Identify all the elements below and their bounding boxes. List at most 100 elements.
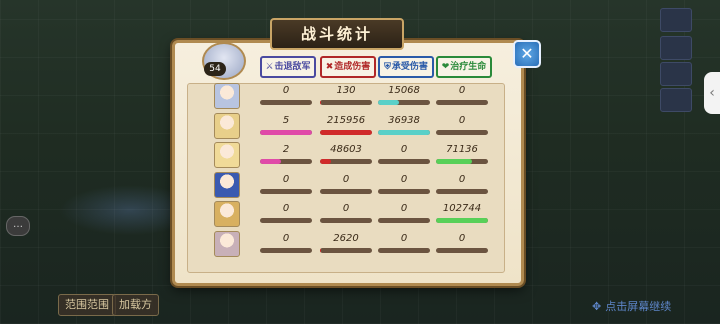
damage-value: 215956 <box>326 114 366 126</box>
unit-portrait <box>214 230 240 257</box>
heal-value: 102744 <box>442 203 482 214</box>
damage-bar-fill <box>320 247 321 253</box>
kills-bar-fill <box>260 159 281 164</box>
kills-value: 5 <box>282 114 290 126</box>
unit-portrait <box>214 201 240 227</box>
damage-value: 0 <box>342 203 350 214</box>
heal-cell: 71136 <box>436 144 488 164</box>
unit-portrait <box>214 112 240 139</box>
damage-bar <box>320 159 372 164</box>
damage-cell: 2620 <box>320 233 372 253</box>
heal-cell: 102744 <box>436 203 488 223</box>
side-menu-button-2[interactable] <box>660 36 692 60</box>
kills-value: 0 <box>282 173 290 185</box>
damage-value: 2620 <box>333 232 359 244</box>
continue-text: 点击屏幕继续 <box>605 300 672 313</box>
header-label: 承受伤害 <box>391 62 428 72</box>
damage-value: 130 <box>336 85 356 96</box>
kills-cell: 0 <box>260 203 312 223</box>
kills-bar <box>260 129 312 135</box>
bottom-skill-tag-1[interactable]: 范围范围 <box>58 294 116 316</box>
heal-value: 0 <box>458 114 466 126</box>
taken-value: 0 <box>400 203 408 214</box>
header-label: 造成伤害 <box>334 62 371 72</box>
tap-icon: ✥ <box>592 300 602 313</box>
stats-row: 0 2620 0 0 <box>196 230 494 257</box>
swords-icon: ⚔ <box>265 62 274 72</box>
taken-bar-fill <box>378 129 430 135</box>
kills-value: 2 <box>282 144 290 155</box>
side-menu-button-1[interactable] <box>660 8 692 32</box>
damage-bar-fill <box>320 159 332 164</box>
kills-bar <box>260 247 312 253</box>
kills-bar <box>260 100 312 105</box>
heal-cell: 0 <box>436 174 488 194</box>
heal-bar <box>436 218 488 223</box>
shield-icon: ⛨ <box>384 62 391 72</box>
taken-bar <box>378 188 430 194</box>
stats-row: 5 215956 36938 0 <box>196 112 494 139</box>
kills-bar <box>260 159 312 164</box>
side-menu-button-4[interactable] <box>660 88 692 112</box>
heal-value: 0 <box>458 173 466 185</box>
taken-bar <box>378 247 430 253</box>
side-menu-button-3[interactable] <box>660 62 692 86</box>
damage-bar <box>320 188 372 194</box>
bottom-skill-tag-2[interactable]: 加载方 <box>112 294 159 316</box>
taken-value: 15068 <box>388 85 420 96</box>
damage-cell: 130 <box>320 85 372 105</box>
kills-value: 0 <box>282 203 290 214</box>
taken-bar-fill <box>378 100 399 105</box>
kills-cell: 2 <box>260 144 312 164</box>
kills-bar <box>260 188 312 194</box>
taken-cell: 0 <box>378 174 430 194</box>
kills-cell: 0 <box>260 174 312 194</box>
header-heal-button[interactable]: ❤治疗生命 <box>436 56 492 78</box>
blades-icon: ✖ <box>325 62 334 72</box>
stats-row: 0 0 0 0 <box>196 171 494 198</box>
kills-bar-fill <box>260 129 312 135</box>
unit-portrait <box>214 142 240 168</box>
heal-bar <box>436 188 488 194</box>
taken-bar <box>378 100 430 105</box>
heal-bar <box>436 159 488 164</box>
chat-icon[interactable]: … <box>6 216 30 236</box>
taken-cell: 15068 <box>378 85 430 105</box>
taken-bar <box>378 159 430 164</box>
heal-cell: 0 <box>436 85 488 105</box>
header-kills-button[interactable]: ⚔击退敌军 <box>260 56 316 78</box>
damage-bar <box>320 218 372 223</box>
stats-row: 2 48603 0 71136 <box>196 141 494 168</box>
kills-cell: 0 <box>260 85 312 105</box>
heal-value: 71136 <box>446 144 478 155</box>
damage-cell: 215956 <box>320 115 372 135</box>
side-panel-arrow-icon[interactable]: ‹ <box>704 72 720 114</box>
header-taken-button[interactable]: ⛨承受伤害 <box>378 56 434 78</box>
damage-value: 48603 <box>330 144 362 155</box>
header-label: 治疗生命 <box>450 62 487 72</box>
taken-value: 0 <box>400 173 408 185</box>
damage-bar-fill <box>320 129 372 135</box>
taken-value: 0 <box>400 232 408 244</box>
taken-cell: 0 <box>378 203 430 223</box>
close-button[interactable]: ✕ <box>513 40 541 68</box>
header-damage-button[interactable]: ✖造成伤害 <box>320 56 376 78</box>
tap-to-continue-hint[interactable]: ✥ 点击屏幕继续 <box>592 298 671 314</box>
heal-value: 0 <box>458 232 466 244</box>
heal-bar <box>436 129 488 135</box>
header-label: 击退敌军 <box>274 62 311 72</box>
damage-bar <box>320 247 372 253</box>
damage-bar <box>320 100 372 105</box>
unit-portrait <box>214 171 240 198</box>
heal-bar <box>436 100 488 105</box>
taken-value: 0 <box>400 144 408 155</box>
stats-row: 0 130 15068 0 <box>196 82 494 109</box>
heal-bar-fill <box>436 218 488 223</box>
damage-cell: 0 <box>320 174 372 194</box>
taken-cell: 0 <box>378 144 430 164</box>
stats-row: 0 0 0 102744 <box>196 200 494 227</box>
dialog-title: 战斗统计 <box>270 18 404 50</box>
heal-bar-fill <box>436 159 472 164</box>
kills-cell: 5 <box>260 115 312 135</box>
unit-portrait <box>214 83 240 109</box>
